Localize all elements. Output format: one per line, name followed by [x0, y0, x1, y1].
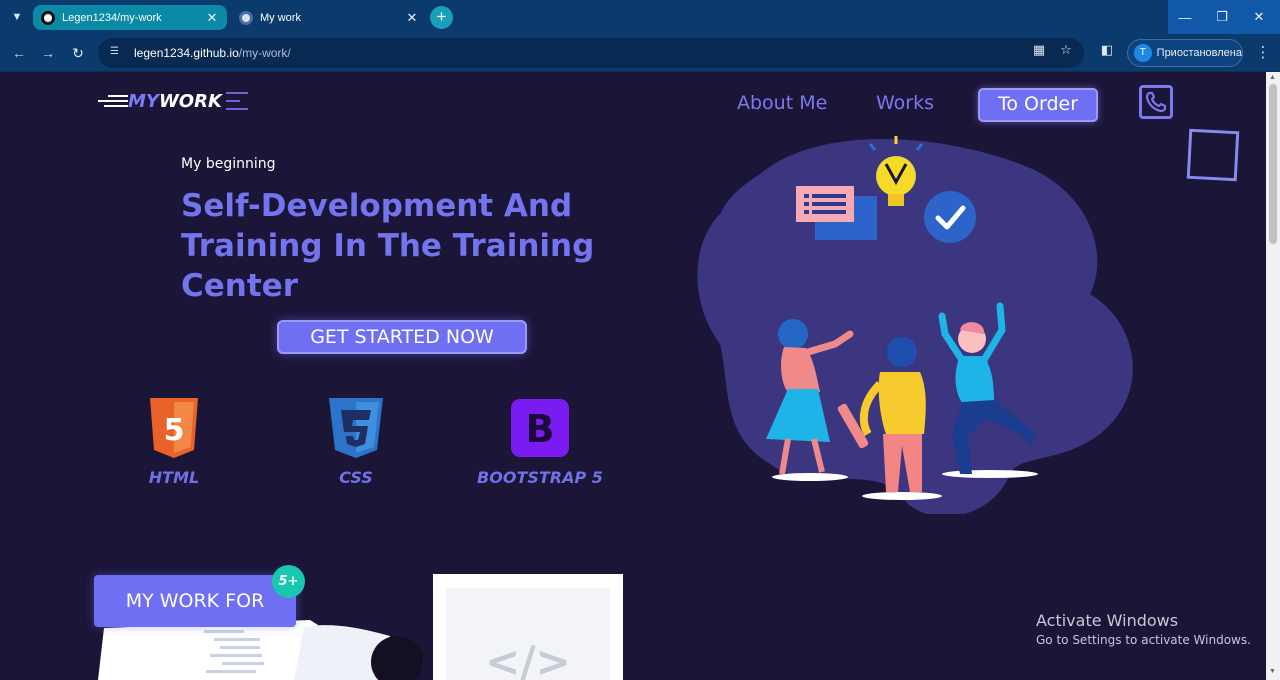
decorative-square [1186, 128, 1240, 182]
scroll-thumb[interactable] [1269, 84, 1277, 244]
tech-bootstrap: B BOOTSTRAP 5 [470, 398, 610, 487]
hero-title: Self-Development And Training In The Tra… [181, 188, 595, 304]
html5-icon: 5 [150, 398, 198, 458]
svg-text:5: 5 [164, 413, 185, 448]
minimize-icon[interactable]: — [1166, 0, 1204, 34]
url-host: legen1234.github.io [134, 46, 239, 60]
nav-about[interactable]: About Me [737, 92, 827, 114]
phone-button[interactable] [1139, 85, 1173, 119]
kebab-icon[interactable]: ⋮ [1254, 43, 1272, 63]
my-work-for-button[interactable]: MY WORK FOR [94, 575, 296, 627]
team-illustration [697, 136, 1133, 514]
hero-eyebrow: My beginning [181, 156, 276, 172]
code-brackets-icon: </> [485, 637, 571, 680]
tab-github[interactable]: Legen1234/my-work ✕ [33, 5, 227, 30]
to-order-button[interactable]: To Order [978, 88, 1098, 122]
watermark-subtitle: Go to Settings to activate Windows. [1036, 633, 1251, 647]
plus-icon[interactable]: + [430, 6, 453, 29]
translate-icon[interactable]: ▦ [1030, 42, 1048, 57]
nav-works[interactable]: Works [876, 92, 934, 114]
tech-label: HTML [148, 468, 200, 487]
avatar: T [1134, 44, 1152, 62]
close-icon[interactable]: ✕ [405, 10, 419, 26]
speed-lines-icon [94, 93, 128, 109]
tune-icon[interactable]: ☰ [110, 46, 124, 60]
tech-label: CSS [339, 468, 373, 487]
star-icon[interactable]: ☆ [1057, 42, 1075, 57]
url-input[interactable]: ☰ legen1234.github.io /my-work/ [98, 38, 1084, 68]
close-icon[interactable]: ✕ [205, 10, 219, 26]
chevron-down-icon[interactable]: ▼ [6, 6, 28, 28]
tab-label: Legen1234/my-work [62, 11, 162, 24]
reload-icon[interactable]: ↻ [67, 42, 89, 64]
arrow-left-icon[interactable]: ← [8, 42, 30, 64]
github-icon [41, 10, 55, 25]
tech-css: CSS [286, 398, 426, 487]
tech-label: BOOTSTRAP 5 [477, 468, 603, 487]
close-window-icon[interactable]: ✕ [1240, 0, 1278, 34]
logo-my: MY [128, 90, 159, 112]
site-logo[interactable]: MY WORK [94, 90, 222, 112]
page-favicon-icon [239, 10, 253, 25]
get-started-button[interactable]: GET STARTED NOW [277, 320, 527, 354]
side-panel-icon[interactable]: ◧ [1098, 42, 1116, 57]
scroll-up-icon[interactable]: ▲ [1269, 74, 1276, 81]
arrow-right-icon[interactable]: → [37, 42, 59, 64]
tab-label: My work [260, 11, 301, 24]
tab-my-work[interactable]: My work ✕ [231, 5, 427, 30]
svg-text:B: B [526, 407, 555, 451]
scroll-down-icon[interactable]: ▼ [1269, 668, 1276, 675]
tech-html: 5 HTML [104, 398, 244, 487]
watermark-title: Activate Windows [1036, 611, 1179, 630]
tab-bar: ▼ Legen1234/my-work ✕ My work ✕ + — ❐ ✕ [0, 0, 1280, 34]
bootstrap-icon: B [511, 399, 569, 457]
activate-windows-watermark: Activate Windows Go to Settings to activ… [1036, 611, 1251, 647]
restore-icon[interactable]: ❐ [1203, 0, 1241, 34]
count-badge: 5+ [272, 565, 305, 598]
menu-icon[interactable] [226, 92, 248, 110]
address-bar: ← → ↻ ☰ legen1234.github.io /my-work/ ▦ … [0, 34, 1280, 72]
check-icon [924, 191, 976, 243]
page-scrollbar[interactable]: ▲ ▼ [1266, 72, 1280, 680]
url-path: /my-work/ [238, 46, 291, 60]
logo-work: WORK [158, 90, 222, 112]
page-viewport: MY WORK About Me Works To Order My begin… [0, 72, 1266, 680]
profile-status: Приостановлена [1156, 47, 1242, 59]
css3-icon [329, 398, 383, 458]
phone-icon [1145, 91, 1167, 113]
profile-button[interactable]: T Приостановлена [1127, 39, 1243, 67]
